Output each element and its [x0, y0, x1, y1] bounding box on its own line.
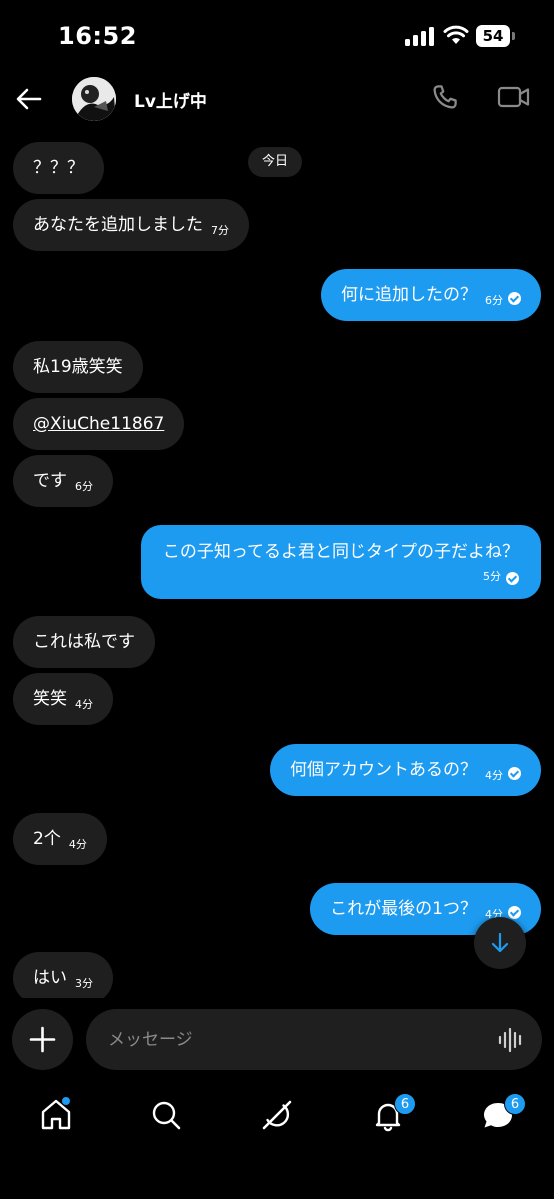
message-received[interactable]: 笑笑 4分	[13, 673, 113, 725]
message-time: 6分	[485, 294, 503, 307]
wifi-icon	[443, 25, 469, 44]
avatar[interactable]	[72, 77, 116, 121]
message-time: 6分	[75, 480, 93, 493]
search-icon	[152, 1101, 181, 1130]
message-sent[interactable]: 何個アカウントあるの？ 4分	[270, 744, 541, 796]
conversation-title[interactable]: Lv上げ中	[134, 87, 207, 112]
notification-count-badge: 6	[394, 1093, 416, 1115]
tab-home[interactable]	[34, 1093, 78, 1137]
status-time: 16:52	[58, 22, 137, 50]
message-received[interactable]: 2个 4分	[13, 813, 107, 865]
message-composer	[0, 1009, 554, 1071]
message-text: 何に追加したの？	[341, 285, 477, 305]
messages-count-badge: 6	[504, 1093, 526, 1115]
message-list[interactable]: 今日 ？？？ あなたを追加しました 7分 何に追加したの？ 6分 私19歳笑笑 @X…	[0, 140, 554, 998]
read-check-icon	[506, 572, 519, 585]
arrow-down-icon	[491, 932, 509, 953]
message-received[interactable]: ？？？	[13, 142, 104, 194]
message-text: ？？？	[33, 158, 84, 178]
message-time: 4分	[75, 698, 93, 711]
message-text: 何個アカウントあるの？	[290, 760, 477, 780]
plus-icon	[29, 1026, 56, 1053]
read-check-icon	[508, 292, 521, 305]
message-received[interactable]: あなたを追加しました 7分	[13, 199, 249, 251]
voice-message-icon[interactable]	[497, 1026, 525, 1054]
message-received[interactable]: 私19歳笑笑	[13, 341, 143, 393]
read-check-icon	[508, 767, 521, 780]
battery-level: 54	[476, 25, 510, 47]
message-text: これが最後の1つ？	[330, 899, 477, 919]
mention-link[interactable]: @XiuChe11867	[33, 414, 164, 434]
tab-notifications[interactable]: 6	[366, 1093, 416, 1137]
date-separator: 今日	[248, 147, 303, 177]
battery-icon: 54	[476, 25, 516, 47]
message-sent[interactable]: この子知ってるよ君と同じタイプの子だよね？ 5分	[140, 525, 541, 599]
message-time: 4分	[68, 838, 87, 851]
message-text: 2个	[33, 829, 61, 849]
home-notification-dot	[61, 1096, 71, 1106]
message-text: あなたを追加しました	[33, 215, 203, 235]
add-attachment-button[interactable]	[12, 1009, 73, 1070]
message-input[interactable]	[86, 1009, 542, 1070]
message-text: 笑笑	[33, 689, 67, 709]
message-sent[interactable]: 何に追加したの？ 6分	[321, 269, 541, 321]
message-text: です	[33, 471, 67, 491]
message-text: これは私です	[33, 632, 135, 652]
phone-call-icon[interactable]	[430, 82, 460, 112]
conversation-header: Lv上げ中	[0, 70, 554, 130]
message-time: 3分	[75, 977, 93, 990]
message-received[interactable]: @XiuChe11867	[13, 398, 185, 450]
status-bar: 16:52 54	[0, 0, 554, 70]
tab-search[interactable]	[144, 1093, 188, 1137]
video-call-icon[interactable]	[497, 84, 531, 110]
cellular-signal-icon	[405, 26, 435, 46]
message-time: 4分	[485, 769, 503, 782]
message-text: 私19歳笑笑	[33, 357, 123, 377]
tab-messages[interactable]: 6	[476, 1093, 526, 1137]
message-text: この子知ってるよ君と同じタイプの子だよね？	[162, 542, 519, 562]
message-time: 5分	[483, 570, 501, 583]
home-icon	[41, 1099, 71, 1130]
message-received[interactable]: これは私です	[13, 616, 155, 668]
message-received[interactable]: はい 3分	[13, 952, 113, 998]
back-arrow-icon[interactable]	[14, 84, 44, 114]
message-text: はい	[33, 968, 67, 988]
scroll-to-bottom-button[interactable]	[474, 917, 526, 969]
bottom-tab-bar: 6 6	[0, 1085, 554, 1145]
message-received[interactable]: です 6分	[13, 455, 113, 507]
message-time: 7分	[211, 224, 229, 237]
tab-grok[interactable]	[255, 1093, 299, 1137]
grok-icon	[262, 1100, 292, 1130]
